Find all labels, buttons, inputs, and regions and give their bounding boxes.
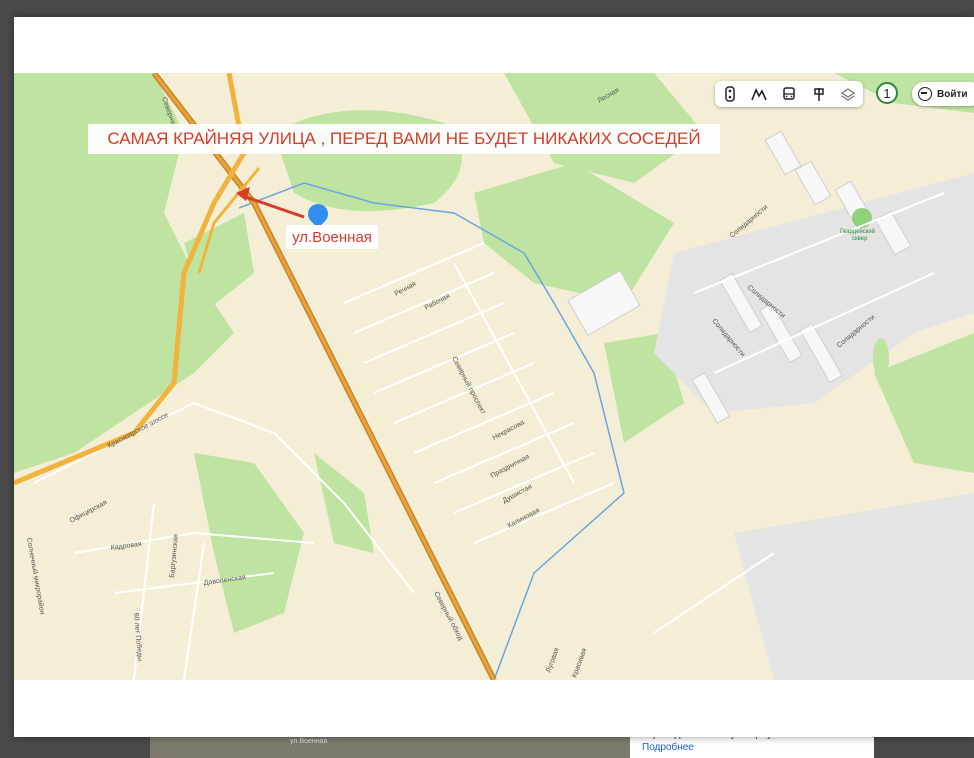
map-toolbar — [715, 81, 863, 107]
pin-label: ул.Военная — [286, 225, 378, 249]
login-icon — [918, 87, 932, 101]
annotation-banner: САМАЯ КРАЙНЯЯ УЛИЦА , ПЕРЕД ВАМИ НЕ БУДЕ… — [88, 124, 720, 154]
layers-icon[interactable] — [837, 83, 859, 105]
background-more-link[interactable]: Подробнее — [642, 742, 694, 753]
photo-counter-badge[interactable]: 1 — [876, 82, 898, 104]
annotation-arrow-line — [239, 193, 305, 219]
urban-area-south — [734, 493, 974, 680]
park-center — [474, 163, 674, 303]
park-south — [194, 453, 304, 633]
label-oficerskaya: Офицерская — [69, 499, 109, 525]
label-krasivaya: Красивая — [571, 647, 588, 678]
label-kadrovaya: Кадровая — [110, 541, 142, 552]
panorama-icon[interactable] — [808, 83, 830, 105]
label-lugovaya: Луговая — [545, 647, 560, 674]
map-image: Лесная Солидарности Солидарности Солидар… — [14, 73, 974, 680]
label-kalinovaya: Калиновая — [507, 507, 541, 530]
terrain-icon[interactable] — [748, 83, 770, 105]
map-canvas: Лесная Солидарности Солидарности Солидар… — [14, 73, 974, 680]
park-far-east — [874, 333, 974, 473]
label-nekrasova: Некрасова — [492, 419, 526, 442]
background-thumb-label: ул.Военная — [290, 738, 328, 745]
label-barguzinskaya: Баргузинская — [169, 534, 180, 578]
label-let-pobedy: 60 лет Победы — [132, 612, 144, 661]
label-gvardeysky: Гвардейский — [840, 228, 875, 235]
stadium — [873, 338, 889, 378]
transit-icon[interactable] — [778, 83, 800, 105]
label-solnechny: Солнечный микрорайон — [25, 537, 46, 615]
traffic-icon[interactable] — [719, 83, 741, 105]
login-label: Войти — [937, 88, 968, 100]
label-rechnaya: Речная — [394, 281, 418, 298]
label-skver: сквер — [852, 236, 868, 242]
login-button[interactable]: Войти — [912, 82, 974, 106]
